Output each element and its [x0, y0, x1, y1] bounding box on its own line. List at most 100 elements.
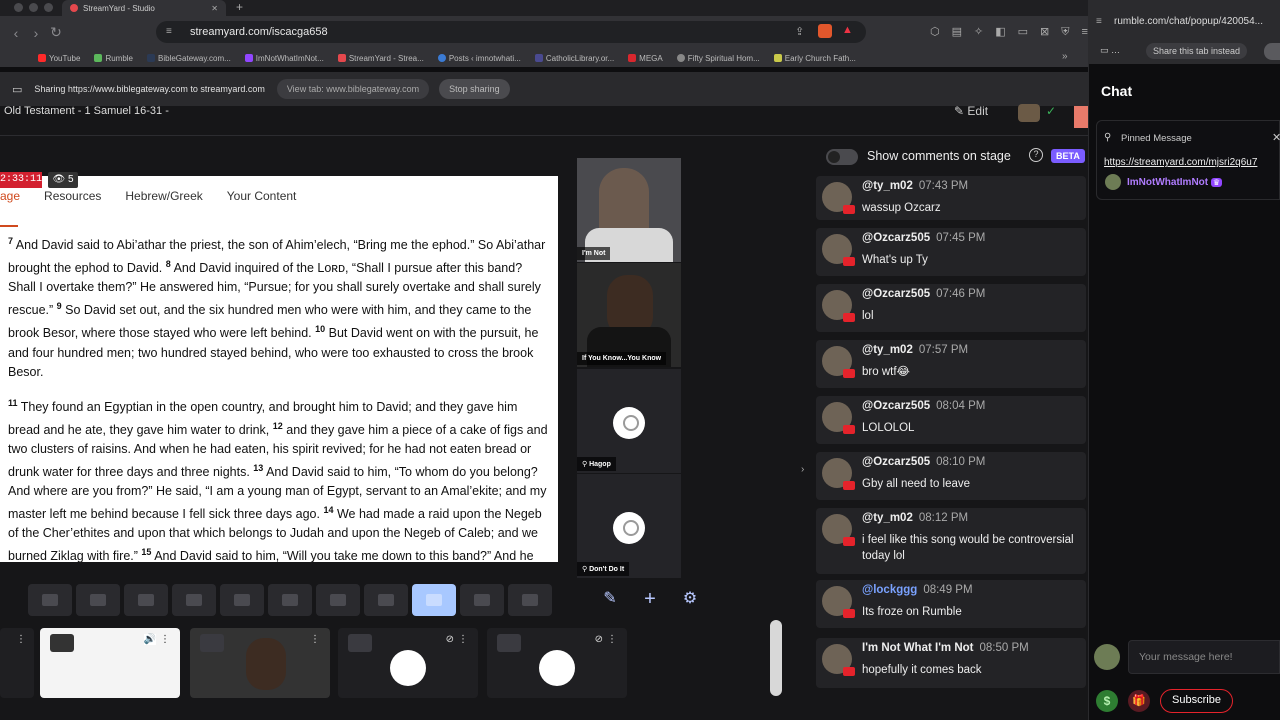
chat-message-input[interactable]: Your message here! — [1128, 640, 1280, 674]
bookmark-imnotwhatimnot[interactable]: ImNotWhatImNot... — [244, 54, 324, 63]
layout-pip[interactable] — [220, 584, 264, 616]
layout-sidebar[interactable] — [268, 584, 312, 616]
comment-item[interactable]: @ty_m02 08:12 PM i feel like this song wou… — [816, 508, 1086, 574]
bookmark-fifty-spiritual[interactable]: Fifty Spiritual Hom... — [676, 54, 760, 63]
mic-muted-icon[interactable]: ⊘ — [595, 634, 603, 645]
bookmarks-overflow-icon[interactable]: » — [1062, 51, 1068, 62]
view-tab-button[interactable]: View tab: www.biblegateway.com — [276, 79, 430, 99]
plus-icon[interactable]: + — [636, 588, 664, 614]
tab-close-icon[interactable]: ✕ — [211, 4, 218, 13]
layout-thin[interactable] — [172, 584, 216, 616]
pinned-user-name[interactable]: ImNotWhatImNot ♛ — [1127, 177, 1223, 188]
chat-share-bar: ▭ … Share this tab instead — [1088, 40, 1280, 64]
backstage-tile-if-you-know[interactable]: ⋮ — [190, 628, 330, 698]
edit-button[interactable]: ✎ Edit — [954, 104, 988, 118]
rant-dollar-icon[interactable]: $ — [1096, 690, 1118, 712]
stage-camera-hagop[interactable]: ⚲ Hagop — [577, 369, 681, 473]
layout-blank-b[interactable] — [508, 584, 552, 616]
backstage-tile-dont-do-it[interactable]: ⊘ ⋮ — [487, 628, 627, 698]
commenter-name: I'm Not What I'm Not 08:50 PM — [862, 642, 1029, 654]
site-settings-icon[interactable]: ≡ — [1096, 16, 1102, 27]
bookmark-mega[interactable]: MEGA — [628, 54, 663, 63]
back-icon[interactable]: ‹ — [6, 25, 26, 41]
doc-nav-hebrew-greek[interactable]: Hebrew/Greek — [125, 189, 202, 203]
bookmark-catholiclibrary[interactable]: CatholicLibrary.or... — [534, 54, 614, 63]
kebab-menu-icon[interactable]: ⋮ — [16, 634, 26, 645]
layout-news[interactable] — [316, 584, 360, 616]
comment-text: bro wtf😂 — [862, 366, 910, 378]
streamyard-favicon-icon — [70, 4, 78, 12]
stage-camera-im-not[interactable]: I'm Not — [577, 158, 681, 262]
gear-icon[interactable]: ⚙ — [676, 588, 704, 614]
backstage-tile-partial[interactable]: ⋮ — [0, 628, 34, 698]
address-bar[interactable]: ≡ streamyard.com/iscacga658 — [156, 21, 866, 43]
pinned-message-link[interactable]: https://streamyard.com/mjsri2q6u7 — [1104, 157, 1257, 168]
doc-nav-active-underline — [0, 225, 18, 227]
backstage-tile-hagop[interactable]: ⊘ ⋮ — [338, 628, 478, 698]
verse-number: 13 — [253, 462, 264, 473]
bookmark-rumble[interactable]: Rumble — [94, 54, 133, 63]
broadcast-title[interactable]: Old Testament - 1 Samuel 16-31 - — [4, 105, 169, 117]
bookmark-biblegateway[interactable]: BibleGateway.com... — [147, 54, 231, 63]
side-tab-marker[interactable] — [1074, 106, 1088, 128]
doc-nav-resources[interactable]: Resources — [44, 189, 101, 203]
site-settings-icon[interactable]: ≡ — [166, 21, 172, 43]
comment-item[interactable]: @Ozcarz505 07:45 PM What's up Ty — [816, 228, 1086, 276]
layout-screen-sidebar[interactable] — [412, 584, 456, 616]
stage-camera-dont-do-it[interactable]: ⚲ Don't Do It — [577, 474, 681, 578]
bookmark-early-church[interactable]: Early Church Fath... — [773, 54, 856, 63]
backstage-scrollbar[interactable] — [770, 620, 782, 696]
brave-rewards-icon[interactable]: ▲ — [842, 24, 853, 36]
layout-screen-only[interactable] — [364, 584, 408, 616]
subscribe-button[interactable]: Subscribe — [1160, 689, 1233, 713]
window-zoom-dot[interactable] — [44, 3, 53, 12]
comment-item[interactable]: @Ozcarz505 08:04 PM LOLOLOL — [816, 396, 1086, 444]
comment-item[interactable]: @ty_m02 07:57 PM bro wtf😂 — [816, 340, 1086, 388]
doc-nav-your-content[interactable]: Your Content — [227, 189, 297, 203]
bookmark-streamyard[interactable]: StreamYard - Strea... — [337, 54, 424, 63]
kebab-menu-icon[interactable]: ⋮ — [458, 634, 468, 645]
comment-text: Gby all need to leave — [862, 478, 971, 490]
browser-tab-active[interactable]: StreamYard - Studio ✕ — [62, 0, 226, 16]
speaker-icon[interactable]: 🔊 — [143, 634, 156, 645]
bookmark-youtube[interactable]: YouTube — [38, 54, 80, 63]
backstage-tile-screen[interactable]: 🔊 ⋮ — [40, 628, 180, 698]
window-close-dot[interactable] — [14, 3, 23, 12]
forward-icon[interactable]: › — [26, 25, 46, 41]
share-this-tab-button[interactable]: Share this tab instead — [1146, 43, 1248, 59]
bookmark-posts[interactable]: Posts ‹ imnotwhati... — [437, 54, 521, 63]
stage-camera-if-you-know[interactable]: If You Know...You Know — [577, 263, 681, 367]
commenter-avatar — [822, 644, 855, 676]
new-tab-button[interactable]: + — [236, 0, 243, 14]
destination-avatar[interactable] — [1018, 104, 1040, 122]
beta-badge: BETA — [1051, 149, 1085, 163]
share-page-icon[interactable]: ⇪ — [795, 25, 804, 38]
window-minimize-dot[interactable] — [29, 3, 38, 12]
show-comments-toggle[interactable] — [826, 149, 858, 165]
stop-sharing-button[interactable]: Stop sharing — [439, 79, 510, 99]
chevron-right-icon[interactable]: › — [801, 464, 804, 475]
stop-sharing-button-partial[interactable] — [1264, 43, 1280, 60]
layout-solo[interactable] — [28, 584, 72, 616]
close-icon[interactable]: ✕ — [1272, 131, 1280, 144]
kebab-menu-icon[interactable]: ⋮ — [160, 634, 170, 645]
comment-item[interactable]: @Ozcarz505 08:10 PM Gby all need to leave — [816, 452, 1086, 500]
comment-item[interactable]: @lockggg 08:49 PM Its froze on Rumble — [816, 580, 1086, 628]
layout-blank-a[interactable] — [460, 584, 504, 616]
comment-item[interactable]: @Ozcarz505 07:46 PM lol — [816, 284, 1086, 332]
mic-muted-icon[interactable]: ⊘ — [446, 634, 454, 645]
brave-shield-icon[interactable] — [818, 24, 832, 38]
comment-item[interactable]: @ty_m02 07:43 PM wassup Ozcarz — [816, 176, 1086, 220]
doc-nav-page[interactable]: age — [0, 189, 20, 203]
kebab-menu-icon[interactable]: ⋮ — [310, 634, 320, 645]
gift-icon[interactable]: 🎁 — [1128, 690, 1150, 712]
reload-icon[interactable]: ↻ — [46, 24, 66, 41]
extension-icons[interactable]: ⬡▤✧◧▭⊠⛨≡ — [930, 25, 1100, 39]
kebab-menu-icon[interactable]: ⋮ — [607, 634, 617, 645]
layout-group[interactable] — [76, 584, 120, 616]
comment-item[interactable]: I'm Not What I'm Not 08:50 PM hopefully it… — [816, 638, 1086, 688]
help-icon[interactable]: ? — [1029, 148, 1043, 162]
pencil-icon[interactable]: ✎ — [596, 588, 624, 614]
layout-leader[interactable] — [124, 584, 168, 616]
commenter-handle: @ty_m02 — [862, 512, 913, 524]
